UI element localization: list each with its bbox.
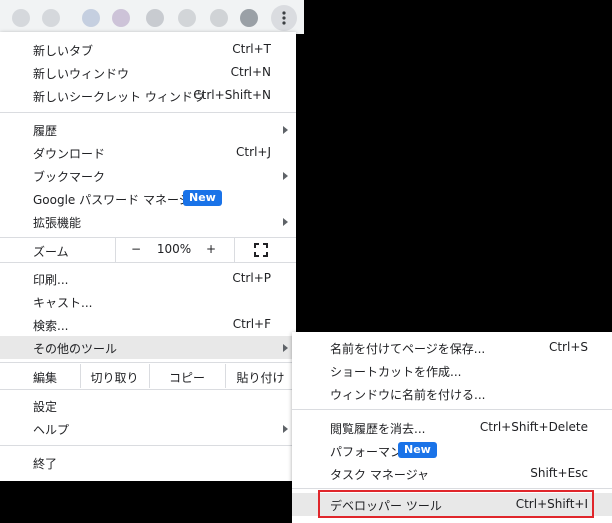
menu-item-exit[interactable]: 終了: [0, 451, 296, 474]
menu-item-label: 新しいタブ: [33, 44, 94, 58]
menu-item-new-tab[interactable]: 新しいタブ Ctrl+T: [0, 38, 296, 61]
zoom-out-button[interactable]: −: [126, 242, 146, 256]
extension-icon[interactable]: [146, 9, 164, 27]
menu-item-shortcut: Shift+Esc: [530, 466, 588, 480]
fullscreen-icon[interactable]: [254, 243, 268, 257]
menu-item-cast[interactable]: キャスト...: [0, 290, 296, 313]
menu-item-extensions[interactable]: 拡張機能: [0, 210, 296, 233]
menu-item-help[interactable]: ヘルプ: [0, 417, 296, 440]
extension-icon[interactable]: [12, 9, 30, 27]
kebab-icon[interactable]: [271, 5, 297, 31]
extension-icon[interactable]: [82, 9, 100, 27]
menu-item-incognito[interactable]: 新しいシークレット ウィンドウ Ctrl+Shift+N: [0, 84, 296, 107]
zoom-in-button[interactable]: +: [201, 242, 221, 256]
extension-icon[interactable]: [112, 9, 130, 27]
menu-item-shortcut: Ctrl+S: [548, 340, 588, 354]
menu-item-label: 名前を付けてページを保存...: [330, 342, 486, 356]
menu-item-label: 印刷...: [33, 273, 69, 287]
submenu-item-name-window[interactable]: ウィンドウに名前を付ける...: [292, 382, 612, 405]
menu-divider: [0, 362, 296, 363]
menu-item-print[interactable]: 印刷... Ctrl+P: [0, 267, 296, 290]
menu-divider: [0, 389, 296, 390]
menu-item-label: ダウンロード: [33, 147, 106, 161]
menu-item-label: 終了: [33, 457, 58, 471]
menu-item-shortcut: Ctrl+J: [236, 145, 271, 159]
more-tools-submenu: 名前を付けてページを保存... Ctrl+S ショートカットを作成... ウィン…: [292, 332, 612, 523]
new-badge: New: [398, 442, 437, 458]
menu-item-label: 拡張機能: [33, 216, 82, 230]
menu-item-shortcut: Ctrl+T: [232, 42, 271, 56]
menu-item-shortcut: Ctrl+Shift+N: [193, 88, 271, 102]
menu-item-label: その他のツール: [33, 342, 118, 356]
highlight-box: [318, 490, 594, 518]
menu-item-shortcut: Ctrl+Shift+Delete: [479, 420, 588, 434]
menu-item-label: 履歴: [33, 124, 58, 138]
menu-divider: [0, 112, 296, 113]
submenu-item-performance[interactable]: パフォーマンス New: [292, 439, 612, 462]
menu-divider: [292, 488, 612, 489]
extension-icon[interactable]: [178, 9, 196, 27]
menu-item-label: 閲覧履歴を消去...: [330, 422, 426, 436]
extension-icon[interactable]: [42, 9, 60, 27]
menu-item-label: 設定: [33, 400, 58, 414]
submenu-item-task-manager[interactable]: タスク マネージャ Shift+Esc: [292, 462, 612, 485]
menu-item-label: ウィンドウに名前を付ける...: [330, 388, 486, 402]
menu-item-more-tools[interactable]: その他のツール: [0, 336, 296, 359]
submenu-item-save-page[interactable]: 名前を付けてページを保存... Ctrl+S: [292, 336, 612, 359]
menu-item-downloads[interactable]: ダウンロード Ctrl+J: [0, 141, 296, 164]
zoom-value: 100%: [156, 242, 192, 256]
submenu-item-create-shortcut[interactable]: ショートカットを作成...: [292, 359, 612, 382]
edit-row: 編集 切り取り コピー 貼り付け: [0, 364, 296, 388]
zoom-divider: [115, 238, 116, 262]
chevron-right-icon: [283, 172, 288, 180]
browser-toolbar: [0, 0, 304, 34]
chrome-main-menu: 新しいタブ Ctrl+T 新しいウィンドウ Ctrl+N 新しいシークレット ウ…: [0, 32, 296, 481]
menu-item-shortcut: Ctrl+P: [232, 271, 271, 285]
menu-divider: [292, 409, 612, 410]
menu-item-label: 検索...: [33, 319, 69, 333]
menu-divider: [0, 262, 296, 263]
menu-item-label: 新しいウィンドウ: [33, 67, 130, 81]
new-badge: New: [183, 190, 222, 206]
menu-item-label: タスク マネージャ: [330, 468, 429, 482]
menu-item-label: ヘルプ: [33, 423, 70, 437]
zoom-label: ズーム: [33, 245, 69, 259]
menu-item-label: ショートカットを作成...: [330, 365, 462, 379]
menu-divider: [0, 445, 296, 446]
edit-label: 編集: [33, 371, 58, 385]
extension-icon[interactable]: [210, 9, 228, 27]
menu-item-label: キャスト...: [33, 296, 93, 310]
menu-item-shortcut: Ctrl+F: [232, 317, 271, 331]
zoom-row: ズーム − 100% +: [0, 238, 296, 262]
menu-item-bookmarks[interactable]: ブックマーク: [0, 164, 296, 187]
menu-item-label: ブックマーク: [33, 170, 106, 184]
copy-button[interactable]: コピー: [149, 369, 225, 386]
profile-avatar[interactable]: [240, 9, 258, 27]
menu-item-new-window[interactable]: 新しいウィンドウ Ctrl+N: [0, 61, 296, 84]
menu-item-password-manager[interactable]: Google パスワード マネージャー New: [0, 187, 296, 210]
menu-item-shortcut: Ctrl+N: [230, 65, 271, 79]
chevron-right-icon: [283, 344, 288, 352]
chevron-right-icon: [283, 126, 288, 134]
submenu-item-clear-data[interactable]: 閲覧履歴を消去... Ctrl+Shift+Delete: [292, 416, 612, 439]
chevron-right-icon: [283, 425, 288, 433]
menu-item-label: 新しいシークレット ウィンドウ: [33, 90, 205, 104]
menu-item-find[interactable]: 検索... Ctrl+F: [0, 313, 296, 336]
menu-item-settings[interactable]: 設定: [0, 394, 296, 417]
chevron-right-icon: [283, 218, 288, 226]
cut-button[interactable]: 切り取り: [80, 369, 149, 386]
menu-item-history[interactable]: 履歴: [0, 118, 296, 141]
zoom-divider: [234, 238, 235, 262]
paste-button[interactable]: 貼り付け: [225, 369, 296, 386]
